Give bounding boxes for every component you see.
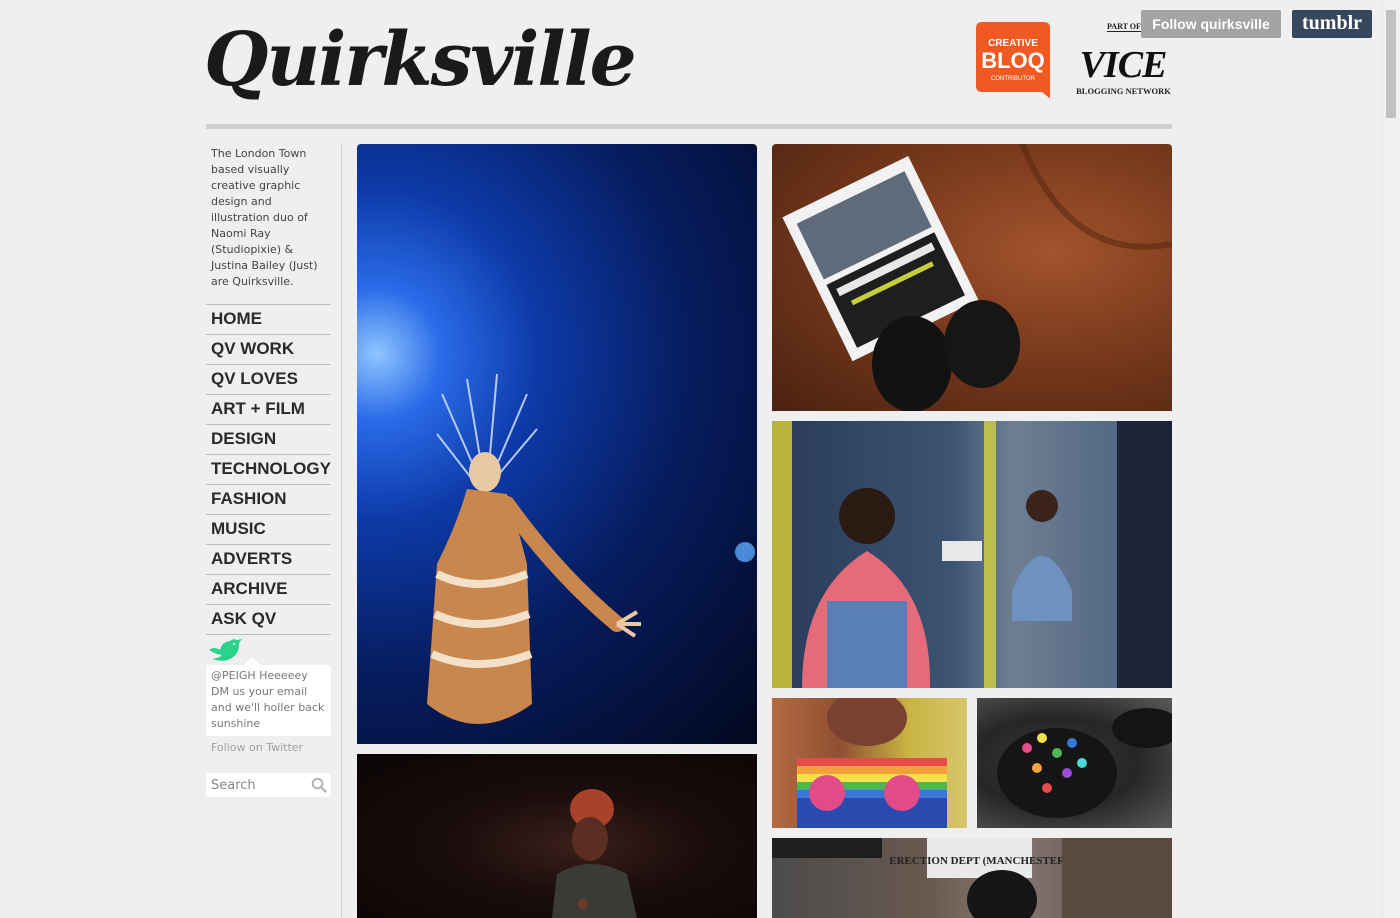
sidebar: The London Town based visually creative … bbox=[206, 144, 331, 797]
nav-design[interactable]: DESIGN bbox=[206, 425, 331, 455]
nav-music[interactable]: MUSIC bbox=[206, 515, 331, 545]
main-nav: HOME QV WORK QV LOVES ART + FILM DESIGN … bbox=[206, 304, 331, 635]
election-sign-text: ERECTION DEPT (MANCHESTER) bbox=[889, 855, 1069, 867]
rainbow-jumper-photo[interactable] bbox=[772, 698, 967, 828]
nav-qv-work[interactable]: QV WORK bbox=[206, 335, 331, 365]
follow-button[interactable]: Follow quirksville bbox=[1141, 10, 1281, 38]
twitter-bird-icon bbox=[209, 639, 242, 661]
badge-line2: BLOQ bbox=[981, 48, 1045, 73]
tweet-text[interactable]: @PEIGH Heeeeey DM us your email and we'l… bbox=[206, 665, 331, 735]
nav-adverts[interactable]: ADVERTS bbox=[206, 545, 331, 575]
follow-on-twitter-link[interactable]: Follow on Twitter bbox=[211, 741, 303, 754]
nav-archive[interactable]: ARCHIVE bbox=[206, 575, 331, 605]
decorated-boot-photo[interactable] bbox=[977, 698, 1172, 828]
search-box bbox=[206, 773, 331, 797]
flyer-boots-photo[interactable] bbox=[772, 144, 1172, 411]
creative-bloq-badge[interactable]: CREATIVE BLOQ CONTRIBUTOR bbox=[976, 22, 1050, 100]
shop-mirror-photo[interactable] bbox=[772, 421, 1172, 688]
nav-home[interactable]: HOME bbox=[206, 305, 331, 335]
election-dept-photo[interactable]: ERECTION DEPT (MANCHESTER) bbox=[772, 838, 1172, 918]
site-logo[interactable]: Quirksville bbox=[204, 10, 637, 110]
nav-fashion[interactable]: FASHION bbox=[206, 485, 331, 515]
page-scrollbar[interactable] bbox=[1382, 0, 1400, 918]
site-description: The London Town based visually creative … bbox=[211, 147, 318, 288]
latest-tweet: @PEIGH Heeeeey DM us your email and we'l… bbox=[206, 657, 331, 736]
badge-line3: CONTRIBUTOR bbox=[991, 76, 1036, 82]
nav-art-film[interactable]: ART + FILM bbox=[206, 395, 331, 425]
scrollbar-thumb[interactable] bbox=[1386, 10, 1396, 118]
nav-technology[interactable]: TECHNOLOGY bbox=[206, 455, 331, 485]
part-of-label: PART OF bbox=[1107, 22, 1141, 32]
header-divider bbox=[206, 124, 1172, 129]
tumblr-logo-button[interactable]: tumblr bbox=[1292, 10, 1372, 38]
search-input[interactable] bbox=[206, 773, 307, 797]
vice-network-label: BLOGGING NETWORK bbox=[1076, 86, 1171, 96]
performer-photo[interactable] bbox=[357, 144, 757, 744]
nav-ask-qv[interactable]: ASK QV bbox=[206, 605, 331, 635]
vice-logo[interactable]: VICE bbox=[1074, 46, 1172, 84]
nav-qv-loves[interactable]: QV LOVES bbox=[206, 365, 331, 395]
search-icon[interactable] bbox=[311, 777, 327, 793]
singer-photo[interactable] bbox=[357, 754, 757, 918]
sidebar-divider bbox=[341, 144, 342, 918]
